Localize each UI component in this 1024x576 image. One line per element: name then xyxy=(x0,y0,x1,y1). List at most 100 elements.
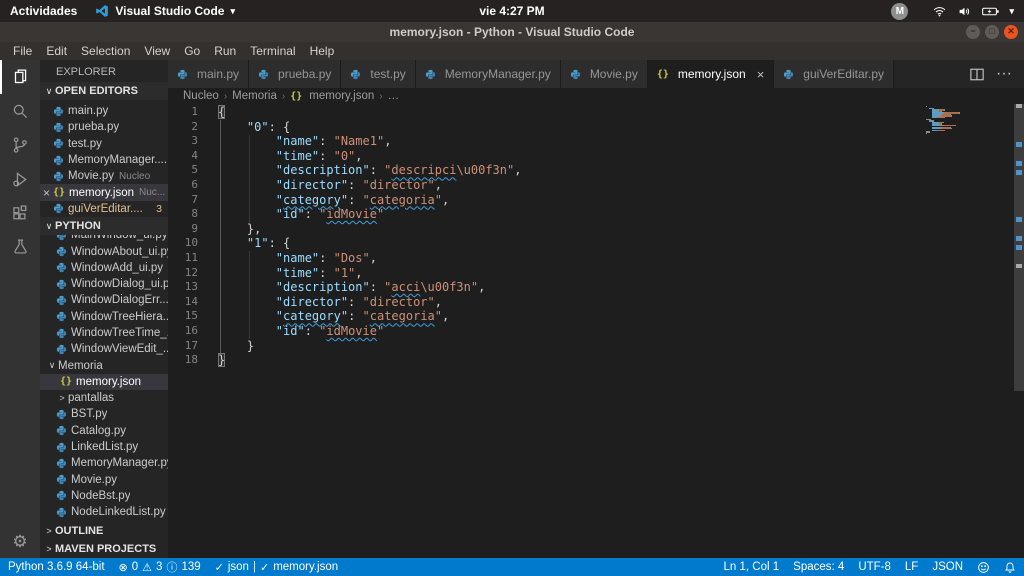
split-editor-icon[interactable] xyxy=(970,68,984,81)
problems-badge: 3 xyxy=(156,203,162,215)
language-mode[interactable]: JSON xyxy=(932,561,963,573)
tree-item[interactable]: WindowViewEdit_... xyxy=(40,341,168,357)
tab-test.py[interactable]: test.py xyxy=(341,60,415,88)
open-editor-item[interactable]: test.py xyxy=(40,136,168,152)
tree-item[interactable]: >pantallas xyxy=(40,390,168,406)
menu-terminal[interactable]: Terminal xyxy=(243,44,302,58)
wifi-icon xyxy=(932,5,947,18)
breadcrumb-item[interactable]: Nucleo xyxy=(183,90,219,102)
tab-prueba.py[interactable]: prueba.py xyxy=(249,60,341,88)
code-line: 16 "id": "idMovie" xyxy=(168,324,1024,339)
file-label: NodeLinkedList.py xyxy=(71,506,166,518)
run-debug-icon[interactable] xyxy=(0,162,40,196)
test-icon[interactable] xyxy=(0,230,40,264)
cursor-position[interactable]: Ln 1, Col 1 xyxy=(724,561,780,573)
check-icon: ✓ xyxy=(215,561,224,574)
tree-item[interactable]: Catalog.py xyxy=(40,423,168,439)
tree-item[interactable]: MemoryManager.py xyxy=(40,455,168,471)
line-number: 8 xyxy=(168,207,198,222)
close-icon[interactable]: × xyxy=(757,67,765,82)
minimize-button[interactable]: − xyxy=(966,25,980,39)
explorer-icon[interactable] xyxy=(0,60,40,94)
open-editor-item[interactable]: ×{}memory.jsonNuc... xyxy=(40,184,168,200)
encoding[interactable]: UTF-8 xyxy=(858,561,891,573)
source-control-icon[interactable] xyxy=(0,128,40,162)
open-editor-item[interactable]: Movie.pyNucleo xyxy=(40,168,168,184)
open-editor-item[interactable]: main.py xyxy=(40,103,168,119)
breadcrumb-item[interactable]: … xyxy=(388,90,400,102)
linter-status[interactable]: ✓ json | ✓ memory.json xyxy=(215,561,339,574)
tree-item[interactable]: WindowDialog_ui.py xyxy=(40,276,168,292)
tree-item[interactable]: WindowTreeTime_... xyxy=(40,325,168,341)
python-icon xyxy=(258,69,269,80)
bell-icon[interactable] xyxy=(1004,561,1016,574)
app-menu[interactable]: Visual Studio Code ▾ xyxy=(95,4,235,18)
menu-view[interactable]: View xyxy=(137,44,177,58)
tab-label: memory.json xyxy=(678,67,746,81)
menu-edit[interactable]: Edit xyxy=(39,44,74,58)
open-editor-item[interactable]: guiVerEditar....3 xyxy=(40,201,168,217)
line-number: 17 xyxy=(168,339,198,354)
tab-main.py[interactable]: main.py xyxy=(168,60,249,88)
line-number: 2 xyxy=(168,120,198,135)
breadcrumb-separator: › xyxy=(224,91,227,102)
problems-status[interactable]: ⊗ 0 ⚠ 3 ⓘ 139 xyxy=(119,559,201,575)
activities-button[interactable]: Actividades xyxy=(10,4,77,18)
file-label: NodeBst.py xyxy=(71,490,130,502)
info-mark xyxy=(1016,142,1022,147)
overview-ruler[interactable] xyxy=(1014,104,1024,558)
clock[interactable]: vie 4:27 PM xyxy=(479,4,544,18)
tree-item[interactable]: LinkedList.py xyxy=(40,439,168,455)
search-icon[interactable] xyxy=(0,94,40,128)
tree-item[interactable]: Movie.py xyxy=(40,472,168,488)
python-icon xyxy=(53,106,64,117)
close-button[interactable]: ✕ xyxy=(1004,25,1018,39)
open-editor-item[interactable]: MemoryManager.... xyxy=(40,152,168,168)
indentation[interactable]: Spaces: 4 xyxy=(793,561,844,573)
indent-guide xyxy=(249,135,250,223)
minimap[interactable] xyxy=(926,106,1008,134)
tree-item[interactable]: MainWindow_ui.py xyxy=(40,235,168,243)
more-actions-icon[interactable]: ··· xyxy=(996,65,1012,83)
tree-item[interactable]: WindowDialogErr... xyxy=(40,292,168,308)
file-label: Memoria xyxy=(58,360,103,372)
tab-bar: main.pyprueba.pytest.pyMemoryManager.pyM… xyxy=(168,60,1024,88)
tree-item[interactable]: {}memory.json xyxy=(40,374,168,390)
tab-Movie.py[interactable]: Movie.py xyxy=(561,60,648,88)
info-icon: ⓘ xyxy=(166,559,177,575)
python-interpreter[interactable]: Python 3.6.9 64-bit xyxy=(8,561,105,573)
maximize-button[interactable]: □ xyxy=(985,25,999,39)
menu-file[interactable]: File xyxy=(6,44,39,58)
feedback-icon[interactable] xyxy=(977,561,990,574)
breadcrumb-item[interactable]: {}memory.json xyxy=(290,90,374,102)
menu-selection[interactable]: Selection xyxy=(74,44,137,58)
tab-MemoryManager.py[interactable]: MemoryManager.py xyxy=(416,60,561,88)
app-indicator-m[interactable]: M xyxy=(891,3,908,20)
tree-item[interactable]: WindowTreeHiera... xyxy=(40,309,168,325)
tab-guiVerEditar.py[interactable]: guiVerEditar.py xyxy=(774,60,894,88)
tree-item[interactable]: WindowAdd_ui.py xyxy=(40,260,168,276)
menu-go[interactable]: Go xyxy=(177,44,207,58)
python-section-header[interactable]: ∨ PYTHON xyxy=(40,217,168,235)
ubuntu-top-bar: Actividades Visual Studio Code ▾ vie 4:2… xyxy=(0,0,1024,22)
menu-help[interactable]: Help xyxy=(303,44,342,58)
tree-item[interactable]: NodeBst.py xyxy=(40,488,168,504)
close-icon[interactable]: × xyxy=(43,186,50,200)
eol[interactable]: LF xyxy=(905,561,918,573)
section-maven-projects[interactable]: >MAVEN PROJECTS xyxy=(40,540,168,558)
menu-run[interactable]: Run xyxy=(207,44,243,58)
tree-item[interactable]: ∨Memoria xyxy=(40,357,168,373)
open-editor-item[interactable]: prueba.py xyxy=(40,119,168,135)
tree-item[interactable]: WindowAbout_ui.py xyxy=(40,243,168,259)
system-tray[interactable]: M ▾ xyxy=(891,3,1014,20)
breadcrumb-item[interactable]: Memoria xyxy=(232,90,277,102)
section-outline[interactable]: >OUTLINE xyxy=(40,522,168,540)
extensions-icon[interactable] xyxy=(0,196,40,230)
gear-icon[interactable]: ⚙ xyxy=(0,532,40,552)
code-editor[interactable]: 1{2 "0": {3 "name": "Name1",4 "time": "0… xyxy=(168,104,1024,558)
open-editors-header[interactable]: ∨ OPEN EDITORS xyxy=(40,82,168,100)
python-icon xyxy=(56,235,67,241)
tree-item[interactable]: NodeLinkedList.py xyxy=(40,504,168,520)
tree-item[interactable]: BST.py xyxy=(40,406,168,422)
tab-memory.json[interactable]: {}memory.json× xyxy=(648,60,774,88)
